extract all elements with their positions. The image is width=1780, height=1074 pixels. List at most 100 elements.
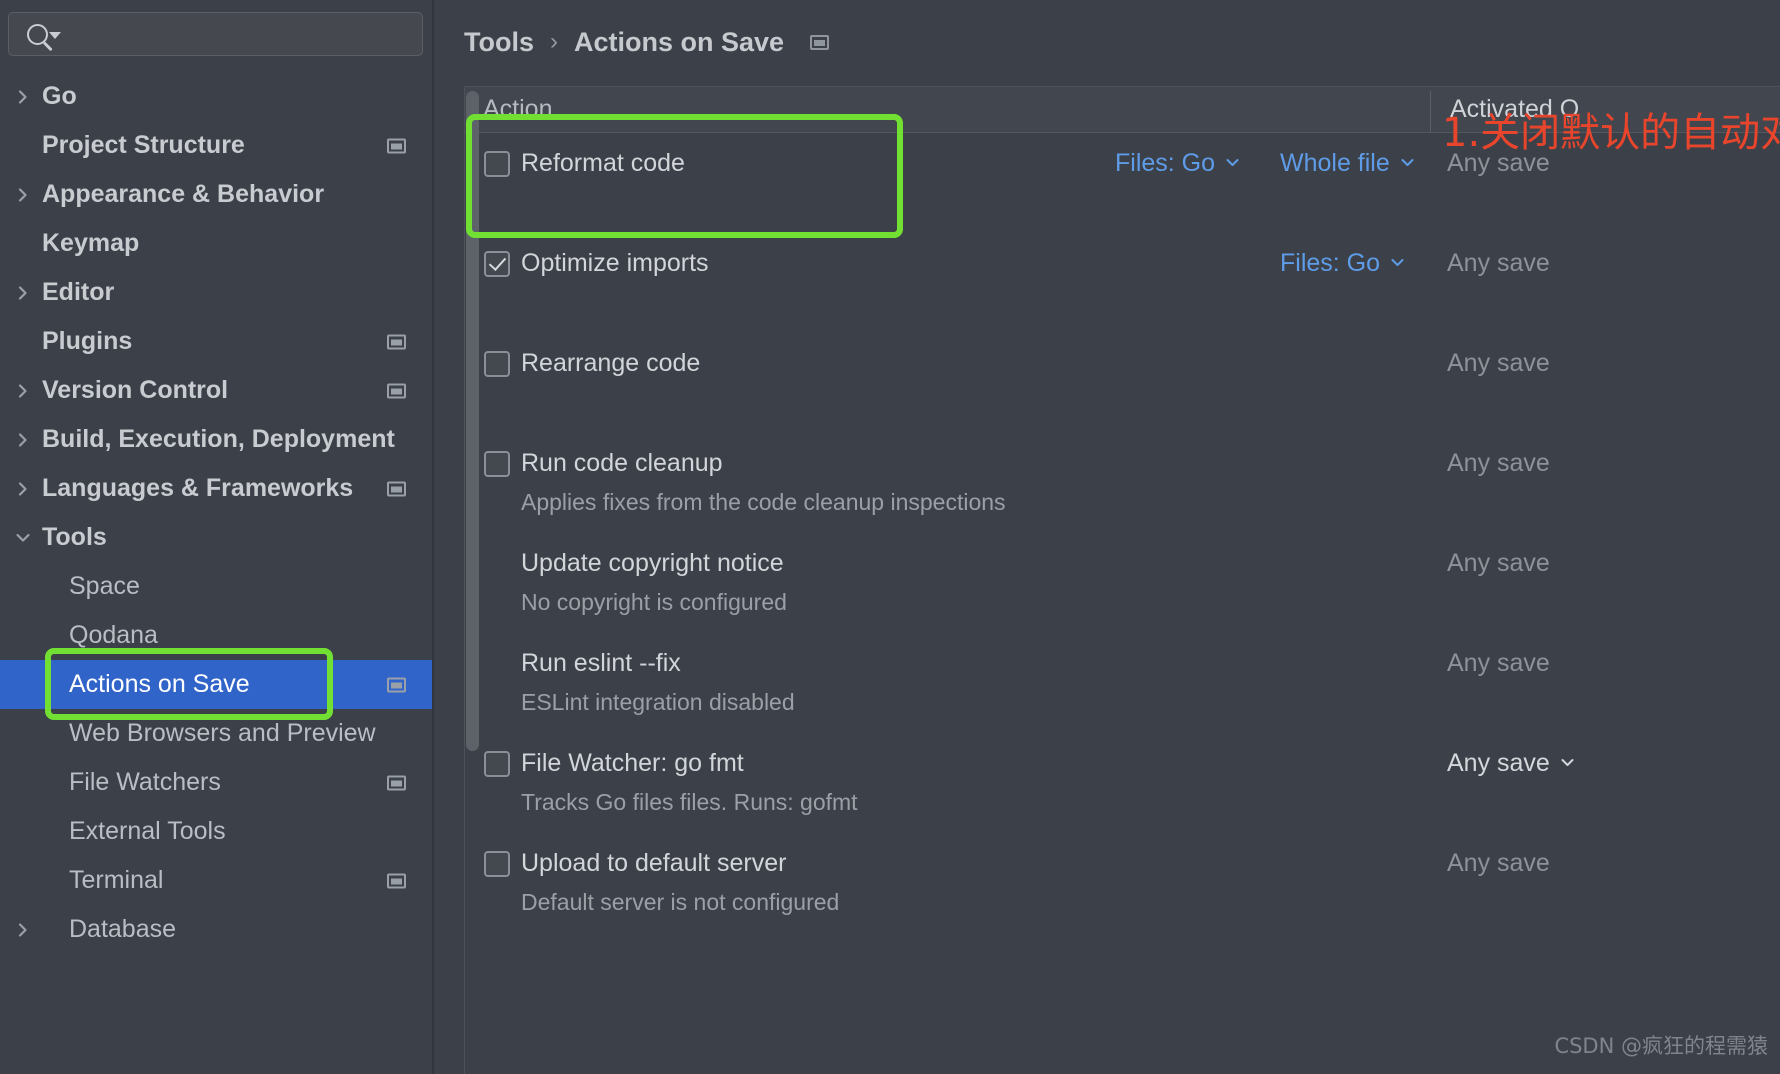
sidebar-item-file-watchers[interactable]: File Watchers — [0, 758, 440, 807]
sidebar-item-label: Version Control — [42, 376, 229, 404]
sidebar-item-label: Editor — [42, 278, 115, 306]
sidebar-item-web-browsers-and-preview[interactable]: Web Browsers and Preview — [0, 709, 440, 758]
activated-on-label: Any save — [1447, 249, 1550, 277]
column-separator[interactable] — [1430, 91, 1431, 133]
activated-on-run-code-cleanup[interactable]: Any save — [1447, 449, 1550, 478]
breadcrumb-current: Actions on Save — [574, 26, 785, 57]
window-icon[interactable] — [387, 873, 406, 888]
sidebar-item-label: Plugins — [42, 327, 133, 355]
row-subtitle-update-copyright-notice: No copyright is configured — [521, 589, 787, 615]
sidebar-item-database[interactable]: Database — [0, 905, 440, 954]
activated-on-label: Any save — [1447, 349, 1550, 377]
row-title-reformat-code[interactable]: Reformat code — [521, 149, 685, 178]
sidebar-item-project-structure[interactable]: Project Structure — [0, 121, 440, 170]
sidebar-item-tools[interactable]: Tools — [0, 513, 440, 562]
window-icon[interactable] — [387, 677, 406, 692]
row-title-rearrange-code[interactable]: Rearrange code — [521, 349, 700, 378]
window-icon[interactable] — [387, 383, 406, 398]
sidebar-item-actions-on-save[interactable]: Actions on Save — [0, 660, 440, 709]
checkbox-rearrange-code[interactable] — [484, 351, 510, 377]
activated-on-run-eslint-fix[interactable]: Any save — [1447, 649, 1550, 678]
window-icon[interactable] — [387, 775, 406, 790]
chevron-down-icon[interactable] — [1224, 149, 1241, 178]
activated-on-file-watcher-go-fmt[interactable]: Any save — [1447, 749, 1576, 778]
sidebar-item-label: File Watchers — [69, 768, 221, 796]
main-scrollbar[interactable] — [466, 91, 479, 751]
chevron-right-icon[interactable] — [14, 431, 32, 449]
checkbox-reformat-code[interactable] — [484, 151, 510, 177]
chevron-down-icon[interactable] — [14, 529, 32, 547]
breadcrumb-root[interactable]: Tools — [464, 27, 534, 58]
search-box[interactable] — [8, 12, 423, 56]
row-subtitle-file-watcher-go-fmt: Tracks Go files files. Runs: gofmt — [521, 789, 858, 815]
breadcrumb: Tools › Actions on Save — [464, 22, 830, 62]
window-icon[interactable] — [810, 34, 830, 50]
window-icon[interactable] — [387, 138, 406, 153]
sidebar-item-build-execution-deployment[interactable]: Build, Execution, Deployment — [0, 415, 440, 464]
sidebar-item-label: Tools — [42, 523, 107, 551]
settings-dialog: Go Project Structure Appearance & Behavior… — [0, 0, 1780, 1074]
main-panel: Tools › Actions on Save Action Activated… — [464, 0, 1780, 1074]
scope-label: Files: Go — [1280, 249, 1381, 277]
column-header-action[interactable]: Action — [483, 95, 552, 124]
sidebar-item-appearance-behavior[interactable]: Appearance & Behavior — [0, 170, 440, 219]
sidebar-item-label: Project Structure — [42, 131, 245, 159]
sidebar-item-label: Keymap — [42, 229, 140, 257]
sidebar-item-terminal[interactable]: Terminal — [0, 856, 440, 905]
activated-on-update-copyright-notice[interactable]: Any save — [1447, 549, 1550, 578]
chevron-right-icon[interactable] — [14, 921, 32, 939]
row-title-update-copyright-notice[interactable]: Update copyright notice — [521, 549, 784, 578]
sidebar-item-label: Appearance & Behavior — [42, 180, 325, 208]
sidebar-item-space[interactable]: Space — [0, 562, 440, 611]
row-title-run-eslint-fix[interactable]: Run eslint --fix — [521, 649, 681, 678]
settings-tree: Go Project Structure Appearance & Behavior… — [0, 72, 440, 1074]
checkbox-run-code-cleanup[interactable] — [484, 451, 510, 477]
sidebar-item-languages-frameworks[interactable]: Languages & Frameworks — [0, 464, 440, 513]
activated-on-upload-to-default-server[interactable]: Any save — [1447, 849, 1550, 878]
chevron-down-icon[interactable] — [1559, 749, 1576, 778]
row-title-optimize-imports[interactable]: Optimize imports — [521, 249, 709, 278]
sidebar-item-label: Qodana — [69, 621, 158, 649]
activated-on-label: Any save — [1447, 749, 1550, 777]
range-dropdown-reformat-code[interactable]: Whole file — [1280, 149, 1416, 178]
sidebar-item-external-tools[interactable]: External Tools — [0, 807, 440, 856]
activated-on-optimize-imports[interactable]: Any save — [1447, 249, 1550, 278]
row-title-file-watcher-go-fmt[interactable]: File Watcher: go fmt — [521, 749, 744, 778]
actions-table: Action Activated O Reformat code Files: G… — [464, 86, 1780, 1074]
sidebar-item-label: External Tools — [69, 817, 226, 845]
sidebar-item-label: Space — [69, 572, 140, 600]
settings-sidebar: Go Project Structure Appearance & Behavior… — [0, 0, 483, 1074]
sidebar-item-version-control[interactable]: Version Control — [0, 366, 440, 415]
chevron-right-icon[interactable] — [14, 284, 32, 302]
checkbox-optimize-imports[interactable] — [484, 251, 510, 277]
chevron-down-icon[interactable] — [49, 32, 61, 39]
sidebar-item-label: Web Browsers and Preview — [69, 719, 376, 747]
row-subtitle-run-eslint-fix: ESLint integration disabled — [521, 689, 795, 715]
scope-dropdown-optimize-imports[interactable]: Files: Go — [1280, 249, 1406, 278]
search-icon-handle — [43, 41, 53, 51]
sidebar-item-keymap[interactable]: Keymap — [0, 219, 440, 268]
row-subtitle-run-code-cleanup: Applies fixes from the code cleanup insp… — [521, 489, 1006, 515]
sidebar-item-label: Go — [42, 82, 77, 110]
chevron-right-icon[interactable] — [14, 88, 32, 106]
chevron-right-icon[interactable] — [14, 382, 32, 400]
row-title-upload-to-default-server[interactable]: Upload to default server — [521, 849, 786, 878]
window-icon[interactable] — [387, 481, 406, 496]
checkbox-file-watcher-go-fmt[interactable] — [484, 751, 510, 777]
chevron-right-icon[interactable] — [14, 186, 32, 204]
sidebar-item-plugins[interactable]: Plugins — [0, 317, 440, 366]
scope-dropdown-reformat-code[interactable]: Files: Go — [1115, 149, 1241, 178]
sidebar-item-label: Actions on Save — [69, 670, 250, 698]
sidebar-item-go[interactable]: Go — [0, 72, 440, 121]
checkbox-upload-to-default-server[interactable] — [484, 851, 510, 877]
chevron-down-icon[interactable] — [1389, 249, 1406, 278]
sidebar-item-qodana[interactable]: Qodana — [0, 611, 440, 660]
sidebar-item-editor[interactable]: Editor — [0, 268, 440, 317]
window-icon[interactable] — [387, 334, 406, 349]
activated-on-rearrange-code[interactable]: Any save — [1447, 349, 1550, 378]
row-title-run-code-cleanup[interactable]: Run code cleanup — [521, 449, 723, 478]
sidebar-item-label: Terminal — [69, 866, 164, 894]
chevron-down-icon[interactable] — [1399, 149, 1416, 178]
search-input[interactable] — [65, 17, 415, 51]
chevron-right-icon[interactable] — [14, 480, 32, 498]
